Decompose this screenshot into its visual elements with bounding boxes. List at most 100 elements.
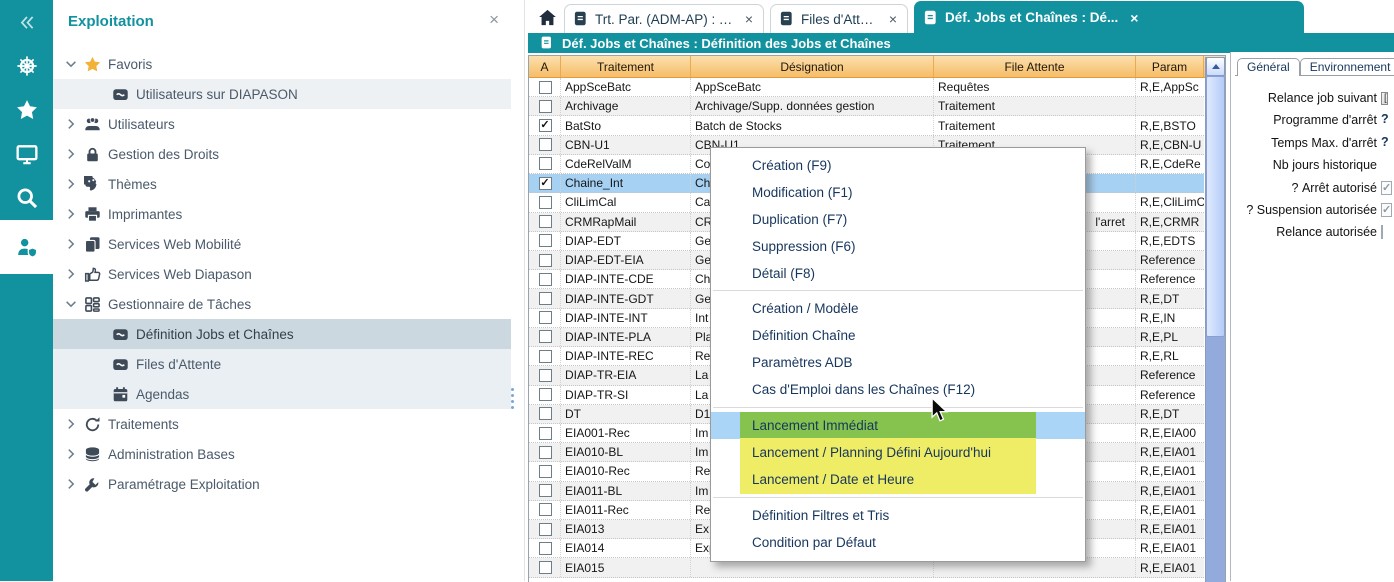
row-checkbox[interactable]: ✓ [539, 119, 552, 132]
chevron-right-icon[interactable] [64, 417, 78, 431]
sidebar-item-11[interactable]: Agendas [53, 379, 511, 409]
row-checkbox[interactable]: ✓ [539, 177, 552, 190]
vertical-scrollbar[interactable] [1205, 57, 1225, 582]
help-icon[interactable]: ? [1381, 112, 1389, 126]
home-icon[interactable] [532, 3, 562, 31]
menu-item[interactable]: Paramètres ADB [711, 349, 1085, 376]
menu-item[interactable]: Création (F9) [711, 152, 1085, 179]
row-checkbox[interactable] [539, 138, 552, 151]
sidebar-item-7[interactable]: Services Web Diapason [53, 259, 511, 289]
scroll-up-icon[interactable] [1206, 57, 1225, 76]
search-icon[interactable] [0, 176, 53, 220]
column-header[interactable]: Désignation [691, 56, 934, 77]
row-checkbox[interactable] [539, 446, 552, 459]
menu-item[interactable]: Définition Chaîne [711, 322, 1085, 349]
row-checkbox[interactable] [539, 350, 552, 363]
sidebar-item-0[interactable]: Favoris [53, 49, 511, 79]
close-icon[interactable]: × [889, 11, 897, 27]
monitor-icon[interactable] [0, 132, 53, 176]
chevron-right-icon[interactable] [64, 177, 78, 191]
tab-0[interactable]: Trt. Par. (ADM-AP) : Trait...× [564, 4, 764, 33]
row-checkbox[interactable] [539, 369, 552, 382]
chevron-right-icon[interactable] [64, 237, 78, 251]
sidebar-item-8[interactable]: Gestionnaire de Tâches [53, 289, 511, 319]
sidebar-item-12[interactable]: Traitements [53, 409, 511, 439]
menu-item[interactable]: Détail (F8) [711, 260, 1085, 287]
chevron-right-icon[interactable] [64, 207, 78, 221]
tab-1[interactable]: Files d'Attente× [770, 4, 908, 33]
column-header[interactable]: Param [1136, 56, 1204, 77]
menu-item[interactable]: Création / Modèle [711, 295, 1085, 322]
field-checkbox[interactable]: ✓ [1381, 203, 1392, 217]
sidebar-item-3[interactable]: Gestion des Droits [53, 139, 511, 169]
row-checkbox[interactable] [539, 273, 552, 286]
table-row[interactable]: ArchivageArchivage/Supp. données gestion… [529, 97, 1204, 116]
table-row[interactable]: AppSceBatcAppSceBatcRequêtesR,E,AppSc [529, 78, 1204, 97]
chevron-right-icon[interactable] [64, 147, 78, 161]
row-checkbox[interactable] [539, 100, 552, 113]
row-checkbox[interactable] [539, 157, 552, 170]
menu-item[interactable]: Modification (F1) [711, 179, 1085, 206]
row-checkbox[interactable] [539, 484, 552, 497]
lookup-button[interactable]: [ [1381, 92, 1388, 105]
menu-item[interactable]: Lancement / Date et Heure [711, 466, 1085, 493]
user-shield-icon[interactable] [0, 220, 53, 274]
sidebar-item-4[interactable]: Thèmes [53, 169, 511, 199]
chevron-right-icon[interactable] [64, 477, 78, 491]
sidebar-item-14[interactable]: Paramétrage Exploitation [53, 469, 511, 499]
menu-item[interactable]: Suppression (F6) [711, 233, 1085, 260]
row-checkbox[interactable] [539, 292, 552, 305]
row-checkbox[interactable] [539, 542, 552, 555]
menu-item[interactable]: Lancement / Planning Défini Aujourd'hui [711, 439, 1085, 466]
field-checkbox[interactable]: ✓ [1381, 181, 1392, 195]
row-checkbox[interactable] [539, 523, 552, 536]
row-checkbox[interactable] [539, 465, 552, 478]
chevron-right-icon[interactable] [64, 447, 78, 461]
help-icon[interactable]: ? [1381, 135, 1389, 149]
menu-item[interactable]: Définition Filtres et Tris [711, 502, 1085, 529]
tab-général[interactable]: Général [1237, 58, 1300, 76]
row-checkbox[interactable] [539, 561, 552, 574]
menu-item[interactable]: Duplication (F7) [711, 206, 1085, 233]
row-checkbox[interactable] [539, 215, 552, 228]
chevron-down-icon[interactable] [64, 297, 78, 311]
sidebar-item-13[interactable]: Administration Bases [53, 439, 511, 469]
row-checkbox[interactable] [539, 388, 552, 401]
sidebar-item-6[interactable]: Services Web Mobilité [53, 229, 511, 259]
panel-splitter-handle[interactable] [509, 385, 517, 415]
field-checkbox[interactable] [1381, 225, 1383, 239]
row-checkbox[interactable] [539, 503, 552, 516]
column-header[interactable]: A [529, 56, 561, 77]
tab-2[interactable]: Déf. Jobs et Chaînes : Dé...× [914, 1, 1304, 33]
row-checkbox[interactable] [539, 330, 552, 343]
row-checkbox[interactable] [539, 407, 552, 420]
close-icon[interactable]: × [1130, 10, 1138, 26]
row-checkbox[interactable] [539, 234, 552, 247]
chevron-down-icon[interactable] [64, 57, 78, 71]
wheel-icon[interactable] [0, 44, 53, 88]
row-checkbox[interactable] [539, 427, 552, 440]
row-checkbox[interactable] [539, 254, 552, 267]
menu-item[interactable]: Cas d'Emploi dans les Chaînes (F12) [711, 376, 1085, 403]
column-header[interactable]: Traitement [561, 56, 691, 77]
close-icon[interactable]: × [489, 11, 499, 28]
scrollbar-thumb[interactable] [1206, 76, 1225, 337]
row-checkbox[interactable] [539, 196, 552, 209]
star-icon[interactable] [0, 88, 53, 132]
sidebar-item-9[interactable]: Définition Jobs et Chaînes [53, 319, 511, 349]
sidebar-item-10[interactable]: Files d'Attente [53, 349, 511, 379]
chevron-right-icon[interactable] [64, 117, 78, 131]
tab-environnement[interactable]: Environnement [1300, 58, 1394, 76]
chevron-right-icon[interactable] [64, 267, 78, 281]
column-header[interactable]: File Attente [934, 56, 1136, 77]
sidebar-item-2[interactable]: Utilisateurs [53, 109, 511, 139]
collapse-left-icon[interactable] [0, 0, 53, 44]
table-row[interactable]: ✓BatStoBatch de StocksTraitementR,E,BSTO [529, 116, 1204, 135]
close-icon[interactable]: × [745, 11, 753, 27]
row-checkbox[interactable] [539, 81, 552, 94]
menu-item[interactable]: Lancement Immédiat [711, 412, 1085, 439]
sidebar-item-5[interactable]: Imprimantes [53, 199, 511, 229]
sidebar-item-1[interactable]: Utilisateurs sur DIAPASON [53, 79, 511, 109]
menu-item[interactable]: Condition par Défaut [711, 529, 1085, 556]
row-checkbox[interactable] [539, 311, 552, 324]
